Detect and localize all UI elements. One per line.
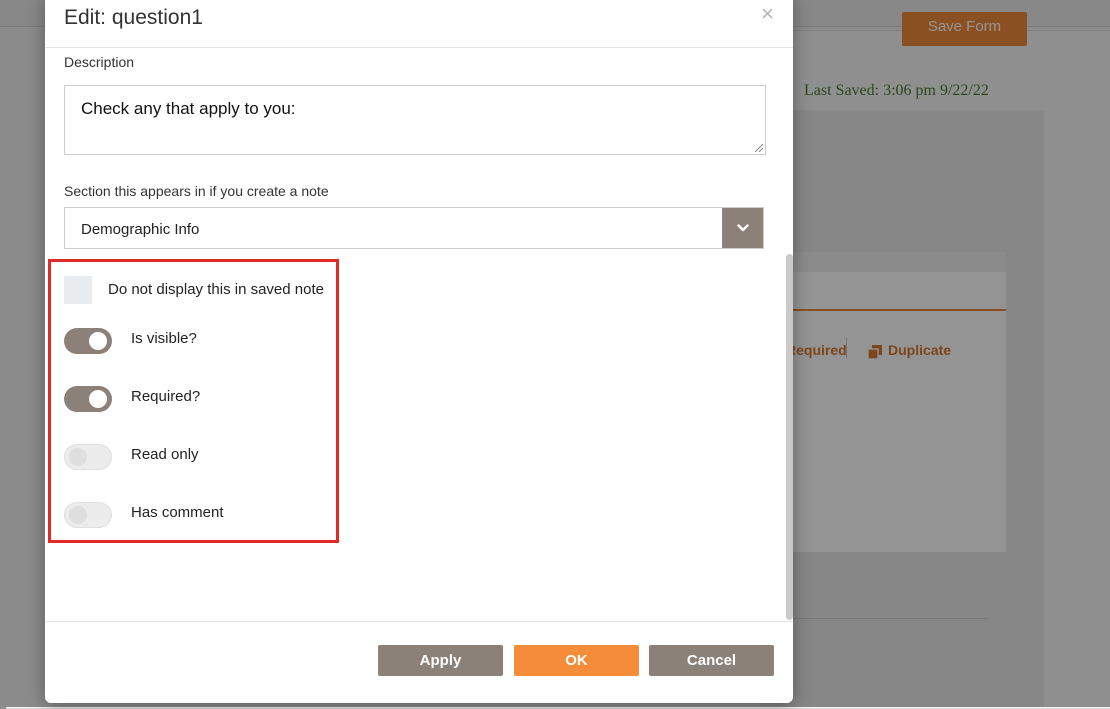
modal-body: Description Check any that apply to you:… xyxy=(45,48,793,620)
has-comment-toggle[interactable] xyxy=(64,502,112,528)
modal-footer: Apply OK Cancel xyxy=(45,621,793,703)
required-toggle[interactable] xyxy=(64,386,112,412)
modal-title: Edit: question1 xyxy=(64,6,203,29)
description-label: Description xyxy=(64,54,135,70)
resize-grip-icon[interactable] xyxy=(755,144,763,152)
modal-scrollbar[interactable] xyxy=(786,254,793,620)
is-visible-toggle[interactable] xyxy=(64,328,112,354)
has-comment-label: Has comment xyxy=(131,504,224,521)
read-only-toggle[interactable] xyxy=(64,444,112,470)
cancel-button[interactable]: Cancel xyxy=(649,645,774,676)
is-visible-label: Is visible? xyxy=(131,330,197,347)
section-select-value: Demographic Info xyxy=(81,221,200,238)
toggle-knob xyxy=(89,390,107,408)
toggle-knob xyxy=(69,448,87,466)
modal-header: Edit: question1 × xyxy=(45,0,793,48)
toggle-knob xyxy=(89,332,107,350)
select-arrow-button[interactable] xyxy=(722,208,763,248)
do-not-display-checkbox[interactable] xyxy=(64,276,92,304)
description-value: Check any that apply to you: xyxy=(81,99,296,118)
ok-button[interactable]: OK xyxy=(514,645,639,676)
section-select[interactable]: Demographic Info xyxy=(64,207,764,249)
description-textarea[interactable]: Check any that apply to you: xyxy=(64,85,766,155)
required-label: Required? xyxy=(131,388,201,405)
edit-question-modal: Edit: question1 × Description Check any … xyxy=(45,0,793,703)
chevron-down-icon xyxy=(736,224,749,232)
read-only-label: Read only xyxy=(131,446,199,463)
section-label: Section this appears in if you create a … xyxy=(64,183,329,199)
close-icon[interactable]: × xyxy=(761,3,774,25)
do-not-display-label: Do not display this in saved note xyxy=(108,281,324,298)
toggle-knob xyxy=(69,506,87,524)
apply-button[interactable]: Apply xyxy=(378,645,503,676)
